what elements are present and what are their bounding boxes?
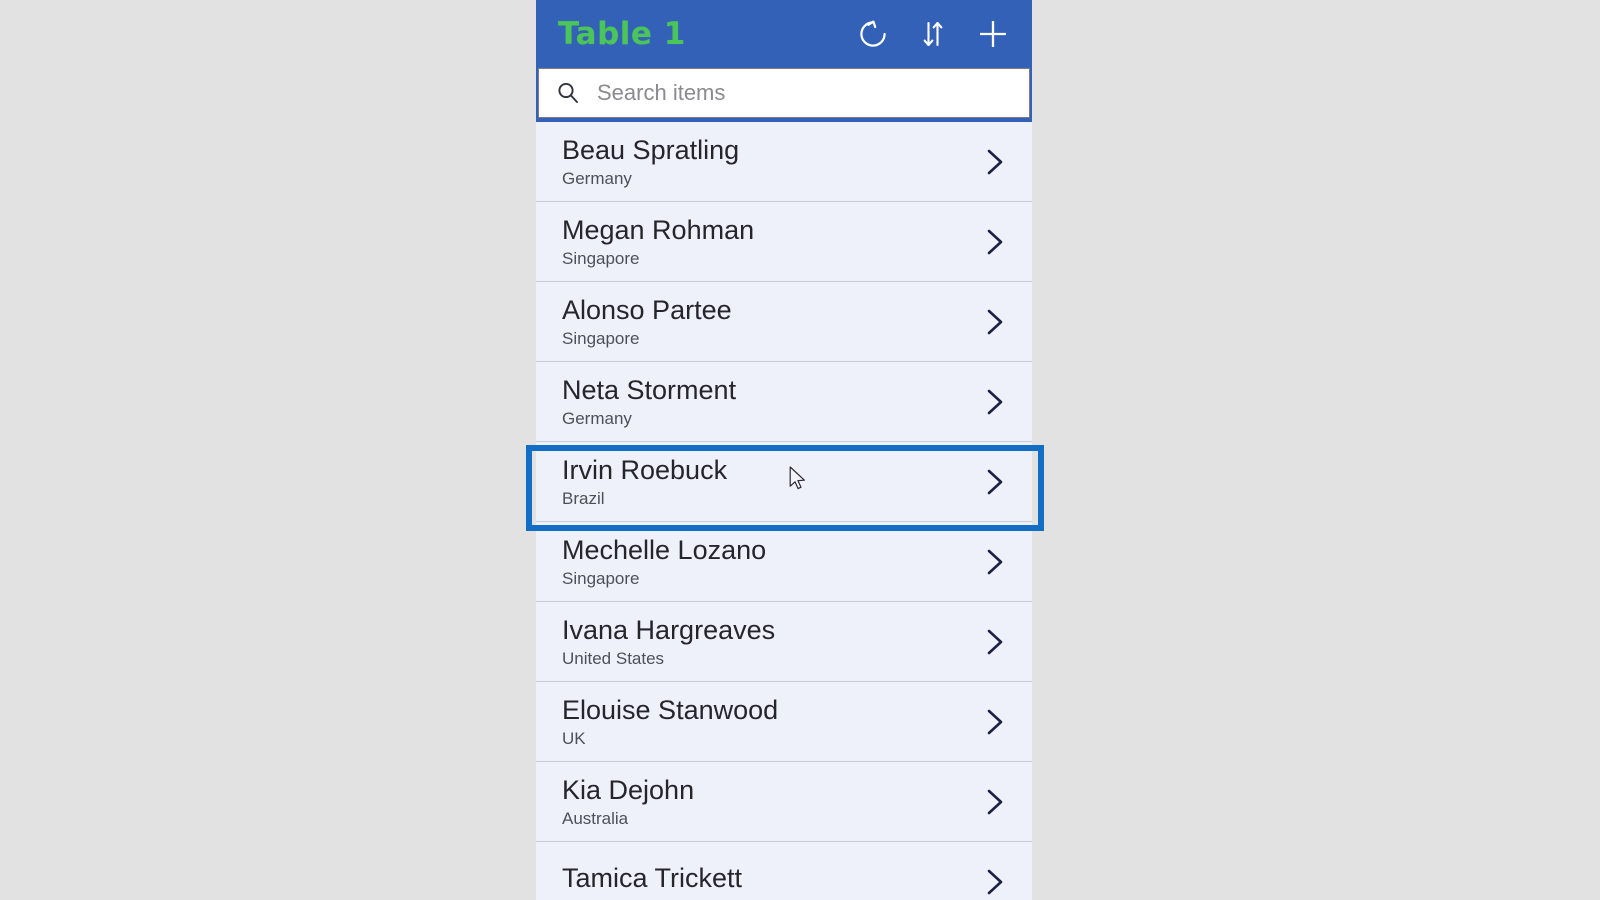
list-item-name: Ivana Hargreaves: [562, 614, 776, 645]
list-item-text: Elouise Stanwood UK: [562, 694, 974, 748]
list-item-country: Australia: [562, 808, 629, 828]
add-icon: [976, 17, 1010, 51]
chevron-right-icon[interactable]: [974, 782, 1014, 822]
screen-root: Table 1 Search items Beau Spratling Germ…: [0, 0, 1600, 900]
list-item-name: Elouise Stanwood: [562, 694, 779, 725]
list-item[interactable]: Kia Dejohn Australia: [536, 762, 1032, 842]
app-title: Table 1: [558, 15, 686, 52]
app-header: Table 1: [536, 0, 1032, 68]
list-item-text: Beau Spratling Germany: [562, 134, 974, 188]
list-item[interactable]: Elouise Stanwood UK: [536, 682, 1032, 762]
chevron-right-icon[interactable]: [974, 702, 1014, 742]
list-item[interactable]: Beau Spratling Germany: [536, 122, 1032, 202]
list-item-country: United States: [562, 648, 665, 668]
chevron-right-icon[interactable]: [974, 462, 1014, 502]
chevron-right-icon[interactable]: [974, 862, 1014, 900]
list-item-name: Neta Storment: [562, 374, 737, 405]
search-input[interactable]: [597, 80, 1015, 106]
header-actions: [856, 17, 1016, 51]
chevron-right-icon[interactable]: [974, 622, 1014, 662]
list-item-name: Irvin Roebuck: [562, 454, 728, 485]
sort-button[interactable]: [916, 17, 950, 51]
list-item[interactable]: Tamica Trickett: [536, 842, 1032, 900]
list-item-country: Singapore: [562, 248, 640, 268]
list-item[interactable]: Neta Storment Germany: [536, 362, 1032, 442]
list-item[interactable]: Megan Rohman Singapore: [536, 202, 1032, 282]
search-bar-container: [536, 68, 1032, 122]
refresh-icon: [856, 17, 890, 51]
list-item-name: Tamica Trickett: [562, 863, 743, 894]
list-item[interactable]: Ivana Hargreaves United States: [536, 602, 1032, 682]
app-panel: Table 1 Search items Beau Spratling Germ…: [536, 0, 1032, 900]
search-box[interactable]: [538, 68, 1030, 118]
list-item-name: Kia Dejohn: [562, 774, 695, 805]
item-list: Beau Spratling Germany Megan Rohman Singapo…: [536, 122, 1032, 900]
chevron-right-icon[interactable]: [974, 542, 1014, 582]
list-item-name: Megan Rohman: [562, 214, 755, 245]
list-item-text: Megan Rohman Singapore: [562, 214, 974, 268]
list-item-country: Singapore: [562, 328, 640, 348]
list-item[interactable]: Irvin Roebuck Brazil: [536, 442, 1032, 522]
list-item-country: Singapore: [562, 568, 640, 588]
list-item-text: Irvin Roebuck Brazil: [562, 454, 974, 508]
add-button[interactable]: [976, 17, 1010, 51]
list-item-text: Mechelle Lozano Singapore: [562, 534, 974, 588]
list-item-text: Neta Storment Germany: [562, 374, 974, 428]
list-item-country: Brazil: [562, 488, 605, 508]
chevron-right-icon[interactable]: [974, 302, 1014, 342]
list-item[interactable]: Mechelle Lozano Singapore: [536, 522, 1032, 602]
chevron-right-icon[interactable]: [974, 222, 1014, 262]
chevron-right-icon[interactable]: [974, 142, 1014, 182]
list-item[interactable]: Alonso Partee Singapore: [536, 282, 1032, 362]
list-item-text: Tamica Trickett: [562, 864, 974, 898]
list-item-name: Alonso Partee: [562, 294, 732, 325]
list-item-country: Germany: [562, 408, 632, 428]
list-item-text: Alonso Partee Singapore: [562, 294, 974, 348]
chevron-right-icon[interactable]: [974, 382, 1014, 422]
list-item-name: Mechelle Lozano: [562, 534, 767, 565]
list-item-name: Beau Spratling: [562, 134, 740, 165]
refresh-button[interactable]: [856, 17, 890, 51]
list-item-country: Germany: [562, 168, 632, 188]
sort-icon: [916, 17, 950, 51]
list-item-country: UK: [562, 728, 586, 748]
search-icon: [553, 78, 583, 108]
list-item-text: Kia Dejohn Australia: [562, 774, 974, 828]
list-item-text: Ivana Hargreaves United States: [562, 614, 974, 668]
